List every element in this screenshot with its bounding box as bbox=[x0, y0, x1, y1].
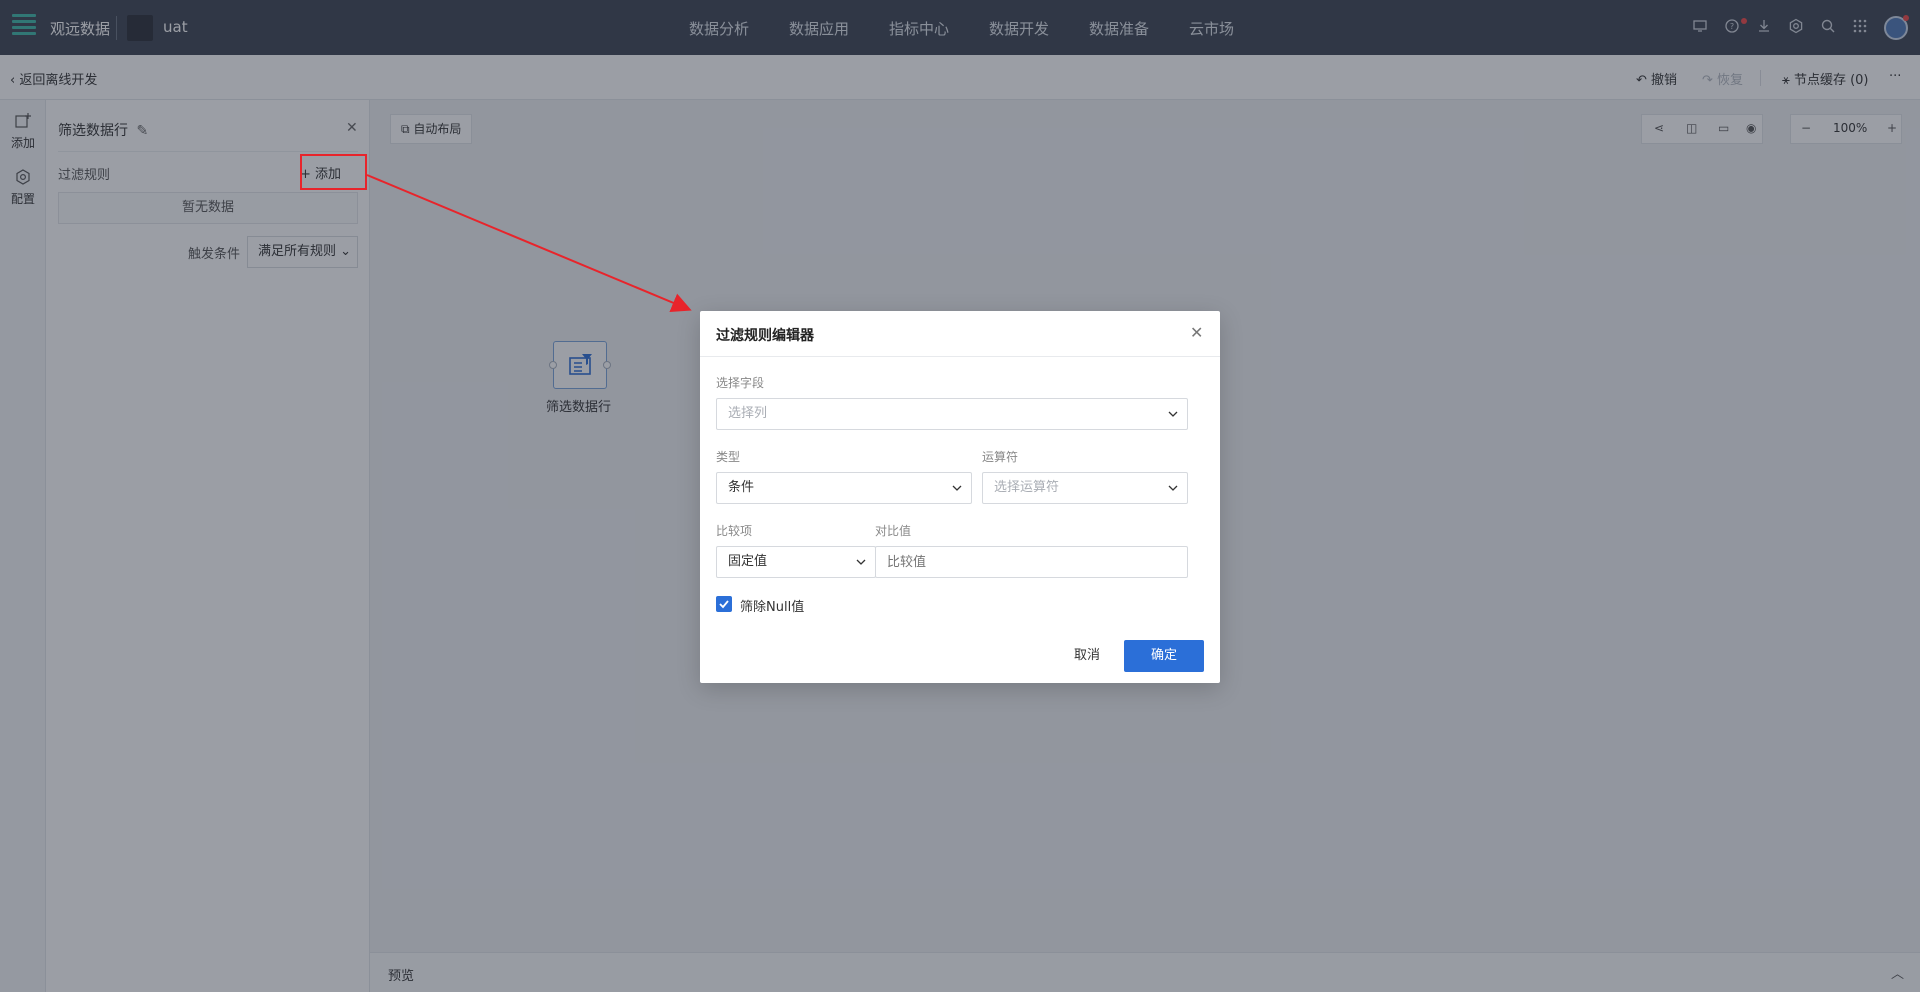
dialog-header-divider bbox=[700, 356, 1220, 357]
chevron-down-icon bbox=[856, 559, 866, 565]
filter-rule-editor-dialog: 过滤规则编辑器 ✕ 选择字段 选择列 类型 条件 运算符 选择运算符 比较项 固… bbox=[700, 311, 1220, 683]
compare-label: 比较项 bbox=[716, 524, 753, 538]
exclude-null-label: 筛除Null值 bbox=[740, 600, 805, 615]
operator-select-placeholder: 选择运算符 bbox=[994, 480, 1060, 495]
type-label: 类型 bbox=[716, 450, 741, 464]
checkmark-icon bbox=[719, 600, 729, 609]
confirm-button[interactable]: 确定 bbox=[1124, 640, 1204, 672]
cancel-button[interactable]: 取消 bbox=[1060, 640, 1114, 672]
type-select-value: 条件 bbox=[728, 480, 755, 495]
operator-select[interactable]: 选择运算符 bbox=[982, 472, 1188, 504]
dialog-title: 过滤规则编辑器 bbox=[716, 328, 814, 344]
chevron-down-icon bbox=[1168, 485, 1178, 491]
field-label: 选择字段 bbox=[716, 376, 765, 390]
value-label: 对比值 bbox=[875, 524, 912, 538]
annotation-highlight-box bbox=[300, 154, 367, 190]
field-select-placeholder: 选择列 bbox=[728, 406, 768, 421]
chevron-down-icon bbox=[952, 485, 962, 491]
compare-value-input[interactable] bbox=[875, 546, 1188, 578]
compare-select[interactable]: 固定值 bbox=[716, 546, 876, 578]
type-select[interactable]: 条件 bbox=[716, 472, 972, 504]
close-icon[interactable]: ✕ bbox=[1190, 323, 1203, 342]
chevron-down-icon bbox=[1168, 411, 1178, 417]
compare-select-value: 固定值 bbox=[728, 554, 768, 569]
operator-label: 运算符 bbox=[982, 450, 1019, 464]
exclude-null-checkbox[interactable] bbox=[716, 596, 732, 612]
field-select[interactable]: 选择列 bbox=[716, 398, 1188, 430]
